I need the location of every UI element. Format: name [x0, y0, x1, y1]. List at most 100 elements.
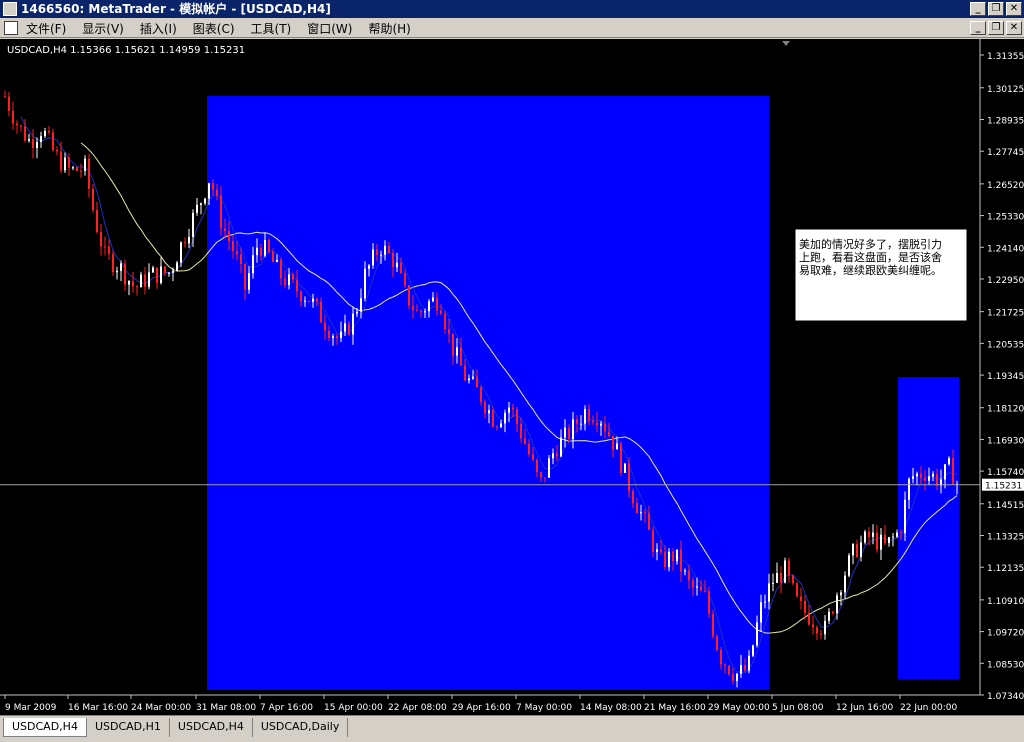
candle-body: [116, 270, 118, 273]
candle-body: [104, 246, 106, 248]
chart-shift-marker-icon[interactable]: [782, 41, 790, 46]
chart-tab[interactable]: USDCAD,Daily: [253, 718, 349, 737]
candle-body: [32, 139, 34, 149]
menu-tools[interactable]: 工具(T): [251, 20, 292, 37]
candle-body: [220, 195, 222, 229]
date-label: 22 Jun 00:00: [900, 703, 957, 713]
candle-body: [688, 570, 690, 581]
candle-body: [536, 459, 538, 473]
candle-body: [408, 285, 410, 306]
candle-body: [168, 272, 170, 274]
candle-body: [288, 274, 290, 286]
candle-body: [92, 188, 94, 210]
candle-body: [904, 499, 906, 534]
candle-body: [340, 331, 342, 339]
candle-body: [28, 139, 30, 141]
candle-body: [212, 183, 214, 190]
restore-button[interactable]: ❐: [988, 2, 1004, 16]
candle-body: [912, 476, 914, 479]
price-label: 1.18120: [987, 405, 1024, 415]
chart-tab[interactable]: USDCAD,H4: [3, 718, 87, 737]
minimize-button[interactable]: _: [970, 2, 986, 16]
candle-body: [512, 407, 514, 410]
candle-body: [156, 267, 158, 283]
chart-tab[interactable]: USDCAD,H4: [170, 718, 253, 737]
price-label: 1.31355: [987, 52, 1024, 62]
candle-body: [516, 409, 518, 424]
date-label: 14 May 08:00: [580, 703, 642, 713]
child-close-button[interactable]: ✕: [1006, 21, 1022, 35]
menu-charts[interactable]: 图表(C): [193, 20, 235, 37]
chart-tab[interactable]: USDCAD,H1: [87, 718, 170, 737]
chart-window-icon[interactable]: [4, 21, 18, 35]
candle-body: [68, 157, 70, 168]
metatrader-app-icon[interactable]: [3, 2, 17, 16]
candle-body: [780, 572, 782, 583]
candle-body: [180, 242, 182, 263]
price-label: 1.27745: [987, 148, 1024, 158]
close-button[interactable]: ✕: [1006, 2, 1022, 16]
candle-body: [612, 436, 614, 450]
candle-body: [844, 575, 846, 593]
candle-body: [684, 570, 686, 572]
highlight-rect-main: [207, 96, 769, 690]
candle-body: [928, 476, 930, 481]
candle-body: [412, 305, 414, 311]
candle-body: [656, 549, 658, 553]
candle-body: [440, 310, 442, 314]
candle-body: [292, 274, 294, 280]
candle-body: [468, 378, 470, 381]
price-label: 1.20535: [987, 340, 1024, 350]
note-box[interactable]: 美加的情况好多了，摆脱引力 上跑，看看这盘面，是否该舍 易取难，继续跟欧美纠缠呢…: [794, 228, 968, 322]
candle-body: [364, 268, 366, 299]
note-line-1: 美加的情况好多了，摆脱引力: [799, 237, 942, 251]
candle-body: [832, 611, 834, 614]
candle-body: [824, 620, 826, 635]
candle-body: [808, 612, 810, 625]
date-label: 29 May 00:00: [708, 703, 770, 713]
date-label: 12 Jun 16:00: [836, 703, 893, 713]
candle-body: [204, 198, 206, 204]
candle-body: [36, 142, 38, 149]
candle-body: [636, 503, 638, 514]
candle-body: [376, 249, 378, 256]
candle-body: [508, 407, 510, 413]
menu-help[interactable]: 帮助(H): [368, 20, 410, 37]
menu-file[interactable]: 文件(F): [26, 20, 66, 37]
candle-body: [876, 532, 878, 550]
date-label: 31 Mar 08:00: [196, 703, 256, 713]
candle-body: [776, 572, 778, 583]
candle-body: [224, 228, 226, 232]
candle-body: [12, 110, 14, 124]
candle-body: [632, 491, 634, 504]
candle-body: [924, 478, 926, 481]
candle-body: [188, 236, 190, 244]
child-restore-button[interactable]: ❐: [988, 21, 1004, 35]
candle-body: [352, 313, 354, 335]
candle-body: [608, 431, 610, 437]
chart-canvas[interactable]: 1.31355 1.30125 1.28935 1.27745 1.26520 1.253…: [0, 39, 1024, 715]
candle-body: [848, 555, 850, 576]
candle-body: [236, 250, 238, 255]
candle-body: [864, 531, 866, 543]
candle-body: [56, 149, 58, 152]
candle-body: [740, 665, 742, 674]
candle-body: [8, 96, 10, 111]
candle-body: [76, 167, 78, 171]
menu-view[interactable]: 显示(V): [82, 20, 124, 37]
child-minimize-button[interactable]: _: [970, 21, 986, 35]
candle-body: [300, 291, 302, 302]
menu-insert[interactable]: 插入(I): [140, 20, 177, 37]
candle-body: [284, 278, 286, 286]
candle-body: [760, 602, 762, 623]
chart-symbol-header: USDCAD,H4 1.15366 1.15621 1.14959 1.1523…: [7, 45, 245, 56]
price-label: 1.19345: [987, 372, 1024, 382]
price-chart[interactable]: 1.31355 1.30125 1.28935 1.27745 1.26520 1.253…: [0, 39, 1024, 715]
candle-body: [620, 443, 622, 473]
candle-body: [192, 212, 194, 237]
menu-window[interactable]: 窗口(W): [307, 20, 352, 37]
candle-body: [344, 323, 346, 332]
candle-body: [584, 408, 586, 424]
date-label: 24 Mar 00:00: [131, 703, 191, 713]
candle-body: [348, 323, 350, 335]
